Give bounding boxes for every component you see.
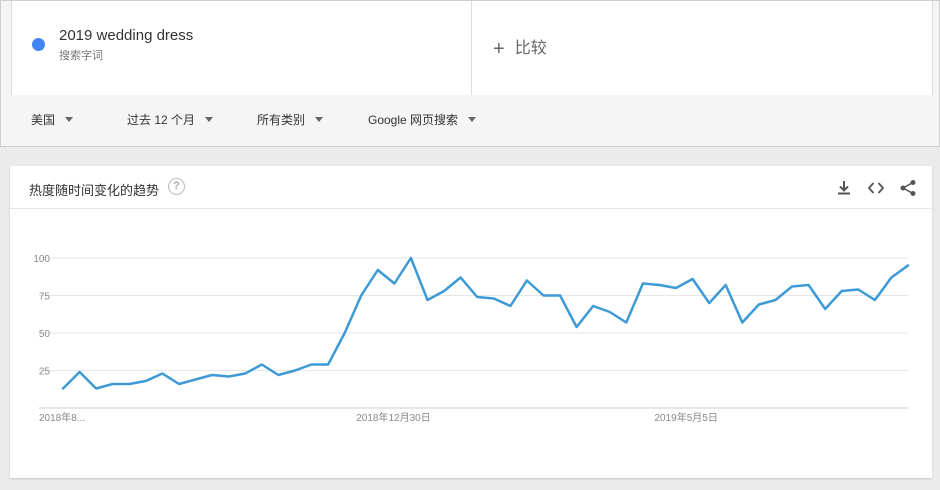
search-header: 2019 wedding dress 搜索字词 + 比较 美国 过去 12 个月 … [0, 0, 940, 147]
data-point [837, 286, 847, 296]
y-tick-label: 25 [39, 367, 51, 378]
data-point [605, 307, 615, 317]
data-point [240, 369, 250, 379]
data-point [870, 295, 880, 305]
dropdown-arrow-icon [315, 117, 324, 122]
data-point [58, 384, 68, 394]
data-point [257, 360, 267, 370]
dropdown-arrow-icon [205, 117, 214, 122]
data-point [124, 379, 134, 389]
data-point [406, 253, 416, 263]
filter-bar: 美国 过去 12 个月 所有类别 Google 网页搜索 [1, 95, 939, 147]
x-tick-label: 2018年12月30日 [356, 411, 431, 424]
category-filter[interactable]: 所有类别 [257, 111, 324, 128]
data-point [472, 292, 482, 302]
region-filter-label: 美国 [31, 113, 56, 127]
data-point [191, 375, 201, 385]
data-point [224, 372, 234, 382]
download-icon[interactable] [834, 178, 854, 198]
data-point [886, 273, 896, 283]
search-type-filter[interactable]: Google 网页搜索 [368, 111, 477, 128]
compare-button[interactable]: + 比较 [493, 34, 547, 61]
search-type-filter-label: Google 网页搜索 [368, 113, 459, 127]
embed-icon[interactable] [866, 178, 886, 198]
data-point [439, 286, 449, 296]
x-tick-label: 2019年5月5日 [654, 411, 717, 424]
data-point [373, 265, 383, 275]
time-range-filter-label: 过去 12 个月 [127, 113, 196, 127]
data-point [389, 279, 399, 289]
data-point [207, 370, 217, 380]
x-tick-label: 2018年8... [39, 411, 85, 424]
data-point [787, 282, 797, 292]
data-point [323, 360, 333, 370]
region-filter[interactable]: 美国 [31, 111, 74, 128]
data-point [688, 274, 698, 284]
term-card: 2019 wedding dress 搜索字词 + 比较 [11, 1, 933, 95]
data-point [75, 367, 85, 377]
panel-header: 热度随时间变化的趋势 ? [10, 166, 932, 209]
search-term-name[interactable]: 2019 wedding dress [59, 27, 193, 44]
data-point [770, 295, 780, 305]
data-point [356, 291, 366, 301]
y-tick-label: 75 [39, 292, 51, 303]
data-point [654, 280, 664, 290]
data-point [804, 280, 814, 290]
data-point [638, 279, 648, 289]
search-term-item[interactable]: 2019 wedding dress 搜索字词 [12, 1, 472, 95]
data-point [671, 283, 681, 293]
data-point [522, 276, 532, 286]
compare-label: 比较 [514, 40, 547, 57]
data-point [588, 301, 598, 311]
term-color-dot [32, 38, 45, 51]
trend-line [61, 256, 910, 390]
data-point [572, 322, 582, 332]
data-point [141, 376, 151, 386]
data-point [538, 291, 548, 301]
interest-over-time-panel: 热度随时间变化的趋势 ? 25 50 75 100 2018年8... 2018年12月3… [10, 166, 932, 478]
data-point [108, 379, 118, 389]
data-point [505, 301, 515, 311]
data-point [290, 366, 300, 376]
trend-chart: 25 50 75 100 2018年8... 2018年12月30日 2019年5月5日 [33, 253, 913, 424]
share-icon[interactable] [898, 178, 918, 198]
data-point [273, 370, 283, 380]
data-point [704, 298, 714, 308]
data-point [456, 273, 466, 283]
data-point [555, 291, 565, 301]
data-point [423, 295, 433, 305]
y-tick-label: 50 [39, 329, 51, 340]
data-point [820, 304, 830, 314]
data-point [174, 379, 184, 389]
data-point [91, 384, 101, 394]
time-range-filter[interactable]: 过去 12 个月 [127, 111, 214, 128]
data-point [340, 328, 350, 338]
data-point [754, 300, 764, 310]
search-term-type: 搜索字词 [59, 50, 103, 62]
category-filter-label: 所有类别 [257, 113, 306, 127]
data-point [307, 360, 317, 370]
dropdown-arrow-icon [65, 117, 74, 122]
data-point [737, 318, 747, 328]
data-point [157, 369, 167, 379]
data-point [853, 285, 863, 295]
plus-icon: + [493, 38, 505, 60]
help-icon[interactable]: ? [168, 178, 185, 195]
data-point [721, 280, 731, 290]
data-point [489, 294, 499, 304]
panel-title: 热度随时间变化的趋势 [29, 183, 160, 198]
dropdown-arrow-icon [468, 117, 477, 122]
data-point [621, 318, 631, 328]
data-point [903, 261, 913, 271]
y-tick-label: 100 [33, 254, 50, 265]
